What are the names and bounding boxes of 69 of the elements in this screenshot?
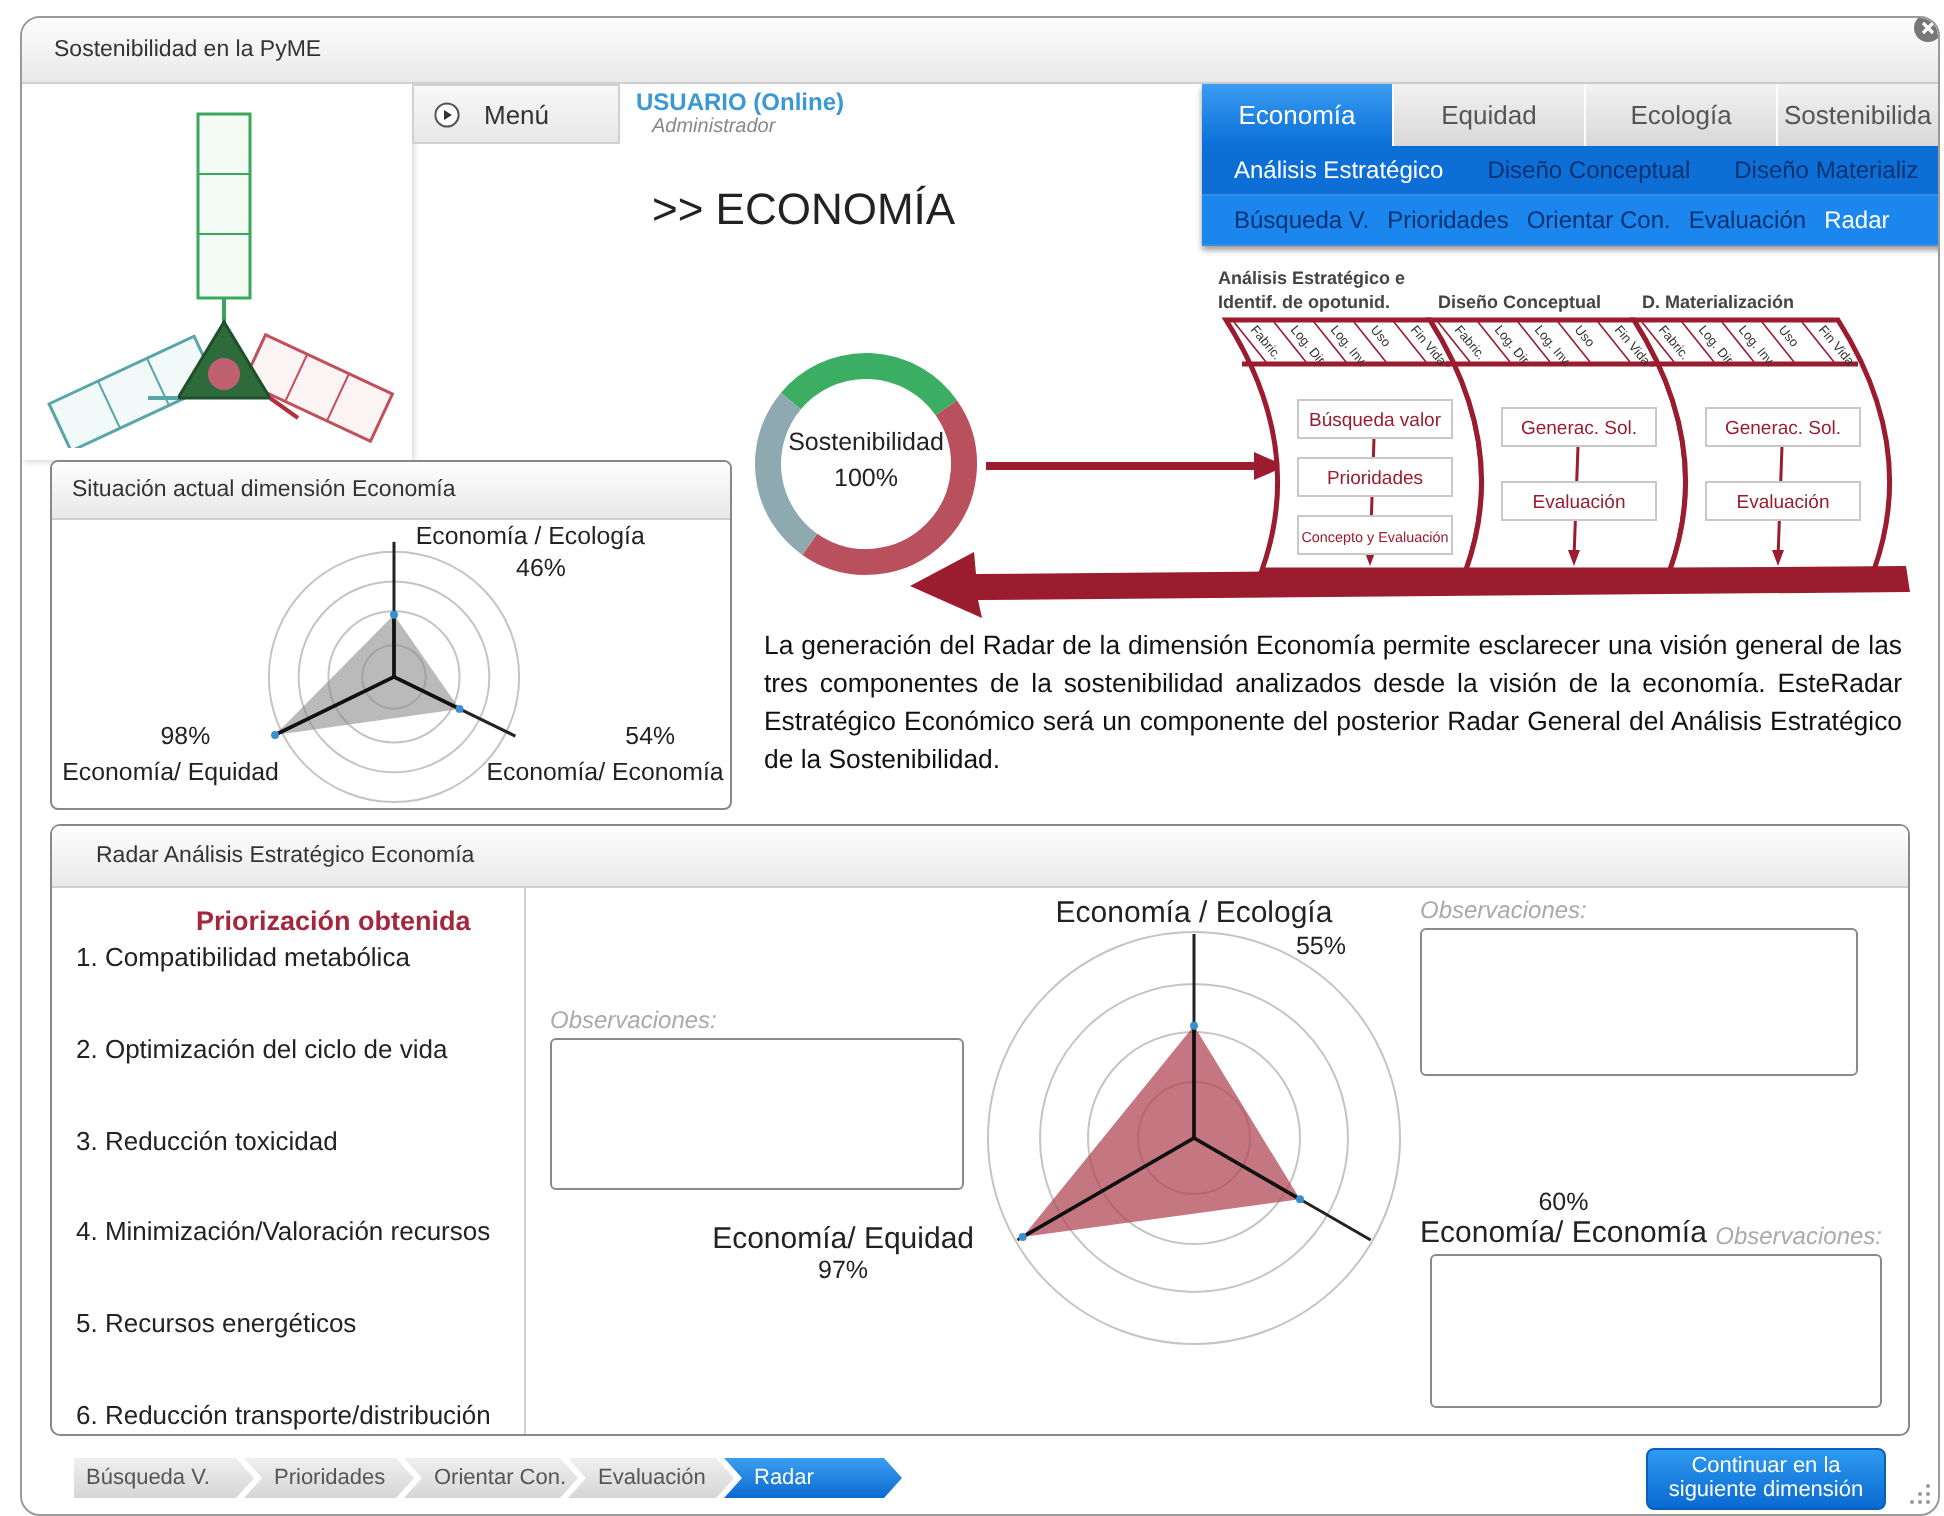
axis-value: 55% bbox=[1295, 932, 1346, 960]
dimension-tab[interactable]: Sostenibilida bbox=[1778, 84, 1938, 147]
axis-value: 98% bbox=[160, 722, 211, 751]
stage-title: Análisis Estratégico e Identif. de opotunid. bbox=[1218, 266, 1408, 314]
axis-label: Economía / Ecología bbox=[415, 521, 645, 550]
description-text: La generación del Radar de la dimensión Economía permite esclarecer una visión general de las tres componentes de la sostenibilidad analizados desde la visión de la economía. EsteRadar Estratégico Económico será un componente del posterior Radar General del Análisis Estratégico de la Sostenibilidad. bbox=[762, 628, 1904, 778]
vertex-dot bbox=[1296, 1195, 1304, 1204]
observations-field[interactable] bbox=[550, 1038, 964, 1190]
vertex-dot bbox=[1190, 1021, 1198, 1030]
step-link[interactable]: Orientar Con. bbox=[1526, 205, 1671, 234]
window-title: Sostenibilidad en la PyME bbox=[54, 38, 322, 62]
priority-item: 3. Reducción toxicidad bbox=[76, 1125, 340, 1156]
step-box: Evaluación bbox=[1705, 481, 1861, 521]
dimension-tab[interactable]: Ecología bbox=[1586, 84, 1778, 147]
priority-item: 5. Recursos energéticos bbox=[76, 1308, 359, 1339]
observations-field[interactable] bbox=[1420, 928, 1858, 1076]
axis-value: 46% bbox=[516, 553, 566, 582]
user-name: USUARIO (Online) bbox=[636, 88, 844, 116]
step-link[interactable]: Búsqueda V. bbox=[1234, 205, 1370, 234]
panel-header: Radar Análisis Estratégico Economía bbox=[52, 826, 1908, 888]
breadcrumb-step[interactable]: Prioridades bbox=[242, 1458, 414, 1498]
breadcrumb-step[interactable]: Evaluación bbox=[566, 1458, 734, 1498]
axis-value: 60% bbox=[1538, 1188, 1589, 1216]
play-icon bbox=[434, 101, 460, 127]
continue-button[interactable]: Continuar en la siguiente dimensión bbox=[1646, 1447, 1886, 1509]
close-icon[interactable] bbox=[1914, 18, 1938, 42]
priority-item: 6. Reducción transporte/distribución bbox=[76, 1399, 493, 1430]
observations-label: Observaciones: bbox=[550, 1006, 719, 1034]
step-link[interactable]: Evaluación bbox=[1688, 205, 1807, 234]
axis-value: 97% bbox=[818, 1256, 869, 1284]
phase-link[interactable]: Diseño Materializ bbox=[1734, 155, 1919, 184]
stage-title: Diseño Conceptual bbox=[1436, 290, 1604, 314]
axis-label: Economía/ Economía bbox=[1420, 1216, 1707, 1250]
step-box: Prioridades bbox=[1297, 457, 1453, 497]
step-link[interactable]: Radar bbox=[1824, 205, 1890, 234]
step-box: Evaluación bbox=[1501, 481, 1657, 521]
axis-label: Economía/ Equidad bbox=[712, 1222, 974, 1256]
breadcrumb-step[interactable]: Radar bbox=[722, 1458, 902, 1498]
breadcrumb-step[interactable]: Búsqueda V. bbox=[74, 1458, 254, 1498]
priority-item: 4. Minimización/Valoración recursos bbox=[76, 1216, 493, 1247]
phase-link[interactable]: Análisis Estratégico bbox=[1234, 155, 1444, 184]
vertex-dot bbox=[390, 610, 398, 619]
priority-item: 2. Optimización del ciclo de vida bbox=[76, 1033, 450, 1064]
breadcrumb-step[interactable]: Orientar Con. bbox=[402, 1458, 578, 1498]
stage-title: D. Materialización bbox=[1640, 290, 1797, 314]
dimension-tab[interactable]: Economía bbox=[1202, 84, 1394, 147]
dimension-tab[interactable]: Equidad bbox=[1394, 84, 1586, 147]
observations-field[interactable] bbox=[1430, 1254, 1882, 1408]
axis-label: Economía / Ecología bbox=[1055, 896, 1333, 930]
user-role: Administrador bbox=[649, 116, 778, 138]
axis-label: Economía/ Equidad bbox=[62, 758, 279, 787]
menu-button[interactable]: Menú bbox=[412, 84, 620, 144]
step-box: Generac. Sol. bbox=[1501, 407, 1657, 447]
page-title: >> ECONOMÍA bbox=[652, 184, 958, 236]
axis-value: 54% bbox=[625, 722, 676, 751]
step-link[interactable]: Prioridades bbox=[1387, 205, 1509, 234]
step-box: Generac. Sol. bbox=[1705, 407, 1861, 447]
step-box: Búsqueda valor bbox=[1297, 399, 1453, 439]
observations-label: Observaciones: bbox=[1420, 896, 1589, 924]
donut-value: 100% bbox=[834, 464, 898, 492]
vertex-dot bbox=[1018, 1232, 1027, 1241]
panel-header: Situación actual dimensión Economía bbox=[52, 462, 730, 520]
donut-label: Sostenibilidad bbox=[788, 428, 944, 456]
observations-label: Observaciones: bbox=[1715, 1222, 1882, 1250]
phase-link[interactable]: Diseño Conceptual bbox=[1487, 155, 1691, 184]
axis-label: Economía/ Economía bbox=[486, 758, 724, 787]
priorities-title: Priorización obtenida bbox=[194, 906, 473, 936]
vertex-dot bbox=[455, 704, 464, 713]
priority-item: 1. Compatibilidad metabólica bbox=[76, 942, 412, 972]
